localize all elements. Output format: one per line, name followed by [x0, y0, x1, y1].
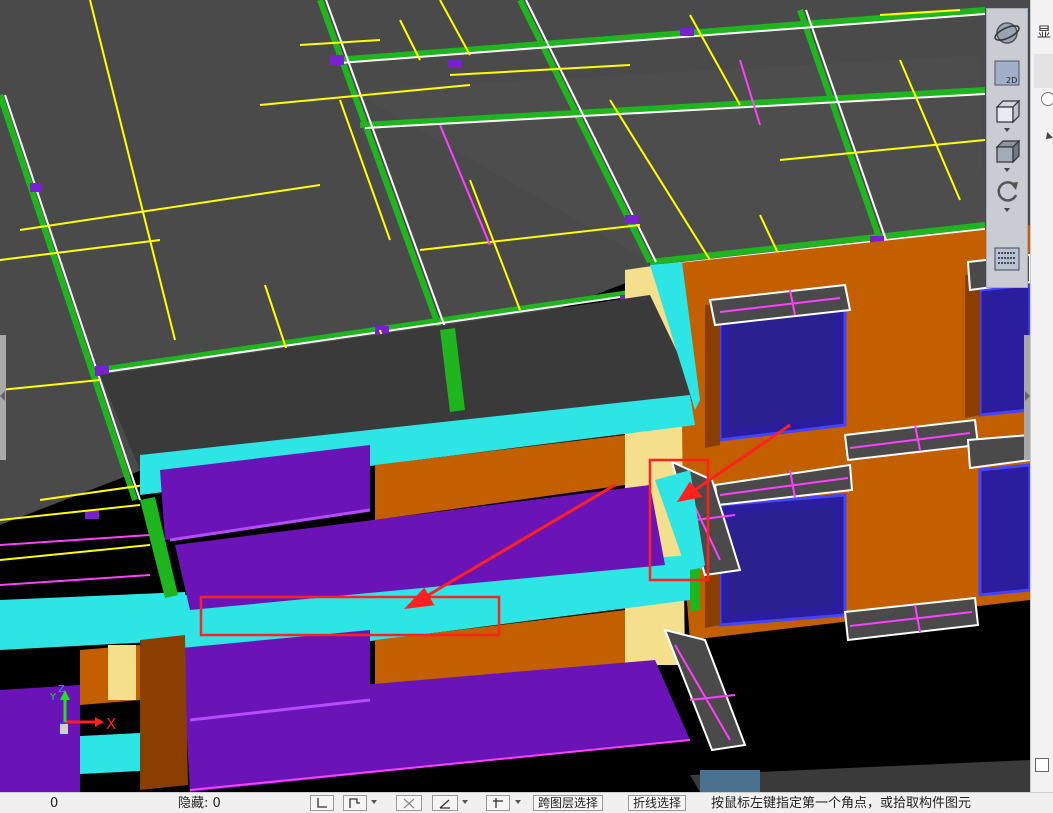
rotate-button[interactable] — [991, 175, 1023, 207]
3d-viewport[interactable]: X Y Z 2D — [0, 0, 1030, 792]
angle-snap-button[interactable] — [432, 795, 458, 811]
dynamic-observe-button[interactable] — [991, 17, 1023, 49]
view-nav-toolbar: 2D — [986, 8, 1028, 288]
ground-strip-blue — [700, 770, 760, 792]
dynamic-observe-icon — [994, 22, 1020, 44]
view-solid-box-icon — [995, 139, 1021, 164]
rotate-icon — [997, 181, 1018, 202]
axis-label-y: Y — [49, 692, 57, 703]
snap-icon — [349, 798, 360, 808]
status-hidden-count: 隐藏: 0 — [178, 796, 221, 811]
view-2d-icon: 2D — [994, 60, 1020, 86]
grid-snap-button[interactable] — [396, 795, 422, 811]
offset-icon — [493, 798, 503, 808]
view-2d-button[interactable]: 2D — [991, 57, 1023, 89]
svg-text:2D: 2D — [1006, 76, 1017, 85]
rotate-dropdown[interactable] — [1002, 207, 1012, 213]
display-settings-button[interactable] — [991, 243, 1023, 275]
ortho-toggle-button[interactable] — [310, 795, 334, 811]
model-canvas[interactable]: X Y Z — [0, 0, 1030, 792]
snap-toggle-button[interactable] — [343, 795, 367, 811]
offset-dropdown-arrow[interactable] — [515, 800, 521, 804]
status-count: 0 — [50, 796, 59, 811]
view-solid-dropdown[interactable] — [1002, 167, 1012, 173]
left-collapse-handle[interactable] — [0, 335, 6, 460]
ortho-icon — [317, 798, 327, 808]
view-solid-box-button[interactable] — [991, 135, 1023, 167]
view-3d-box-button[interactable] — [991, 95, 1023, 127]
offset-snap-button[interactable] — [486, 795, 510, 811]
angle-dropdown-arrow[interactable] — [462, 800, 468, 804]
collapse-left-icon — [0, 391, 5, 401]
panel-title: 显 — [1037, 25, 1051, 41]
axis-label-z: Z — [58, 684, 65, 695]
snap-dropdown-arrow[interactable] — [371, 800, 377, 804]
status-bar: 0 隐藏: 0 跨图层选择 折线选择 按鼠标左键指定第一个角点，或拾取构件图元 — [0, 792, 1053, 813]
panel-checkbox[interactable] — [1035, 758, 1049, 772]
cross-layer-select-button[interactable]: 跨图层选择 — [533, 795, 604, 811]
view-3d-box-icon — [995, 99, 1021, 124]
display-settings-icon — [994, 247, 1020, 271]
right-side-panel: 显 — [1030, 0, 1053, 792]
tree-expand-icon[interactable] — [1043, 132, 1053, 142]
polyline-select-button[interactable]: 折线选择 — [628, 795, 687, 811]
status-hint: 按鼠标左键指定第一个角点，或拾取构件图元 — [711, 796, 972, 811]
axis-label-x: X — [106, 715, 116, 733]
view-3d-dropdown[interactable] — [1002, 127, 1012, 133]
cross-icon — [403, 798, 415, 809]
panel-search-icon[interactable] — [1041, 92, 1053, 106]
column-cream-left — [108, 645, 136, 700]
angle-icon — [439, 799, 450, 809]
panel-header-bar — [1034, 54, 1053, 88]
